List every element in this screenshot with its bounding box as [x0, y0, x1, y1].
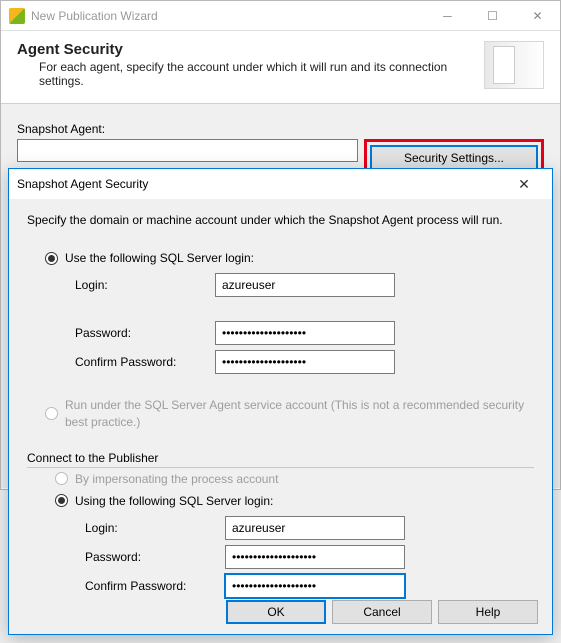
dialog-title: Snapshot Agent Security [17, 177, 504, 191]
radio-impersonate: By impersonating the process account [55, 472, 534, 486]
maximize-icon[interactable]: ☐ [470, 2, 515, 30]
snapshot-agent-security-dialog: Snapshot Agent Security ✕ Specify the do… [8, 168, 553, 635]
security-settings-button[interactable]: Security Settings... [370, 145, 538, 170]
cancel-button[interactable]: Cancel [332, 600, 432, 624]
pub-password-label: Password: [85, 550, 225, 564]
radio-run-under-agent: Run under the SQL Server Agent service a… [45, 397, 534, 431]
dialog-footer: OK Cancel Help [9, 590, 552, 634]
radio-use-sql-login[interactable]: Use the following SQL Server login: [45, 251, 534, 265]
pub-password-input[interactable] [225, 545, 405, 569]
window-title: New Publication Wizard [31, 9, 425, 23]
radio-label: Using the following SQL Server login: [75, 494, 273, 508]
pub-login-input[interactable] [225, 516, 405, 540]
radio-label: By impersonating the process account [75, 472, 278, 486]
confirm-password-label: Confirm Password: [75, 355, 215, 369]
page-title: Agent Security [17, 41, 484, 58]
radio-icon [55, 472, 68, 485]
snapshot-agent-input[interactable] [17, 139, 358, 162]
ok-button[interactable]: OK [226, 600, 326, 624]
header-graphic-icon [484, 41, 544, 89]
radio-icon [55, 494, 68, 507]
help-button[interactable]: Help [438, 600, 538, 624]
radio-icon [45, 407, 58, 420]
header-band: Agent Security For each agent, specify t… [1, 31, 560, 104]
login-input[interactable] [215, 273, 395, 297]
connect-section-title: Connect to the Publisher [27, 451, 534, 465]
snapshot-agent-label: Snapshot Agent: [17, 122, 544, 136]
password-label: Password: [75, 326, 215, 340]
dialog-close-icon[interactable]: ✕ [504, 176, 544, 193]
page-subtitle: For each agent, specify the account unde… [17, 60, 484, 88]
login-label: Login: [75, 278, 215, 292]
close-icon[interactable]: ✕ [515, 2, 560, 30]
titlebar: New Publication Wizard ─ ☐ ✕ [1, 1, 560, 31]
password-input[interactable] [215, 321, 395, 345]
confirm-password-input[interactable] [215, 350, 395, 374]
radio-label: Use the following SQL Server login: [65, 251, 254, 265]
pub-login-label: Login: [85, 521, 225, 535]
section-divider [27, 467, 534, 468]
minimize-icon[interactable]: ─ [425, 2, 470, 30]
radio-icon [45, 252, 58, 265]
dialog-intro: Specify the domain or machine account un… [27, 213, 534, 227]
radio-publisher-sql-login[interactable]: Using the following SQL Server login: [55, 494, 534, 508]
wizard-icon [9, 8, 25, 24]
radio-label: Run under the SQL Server Agent service a… [65, 397, 534, 431]
dialog-titlebar: Snapshot Agent Security ✕ [9, 169, 552, 199]
